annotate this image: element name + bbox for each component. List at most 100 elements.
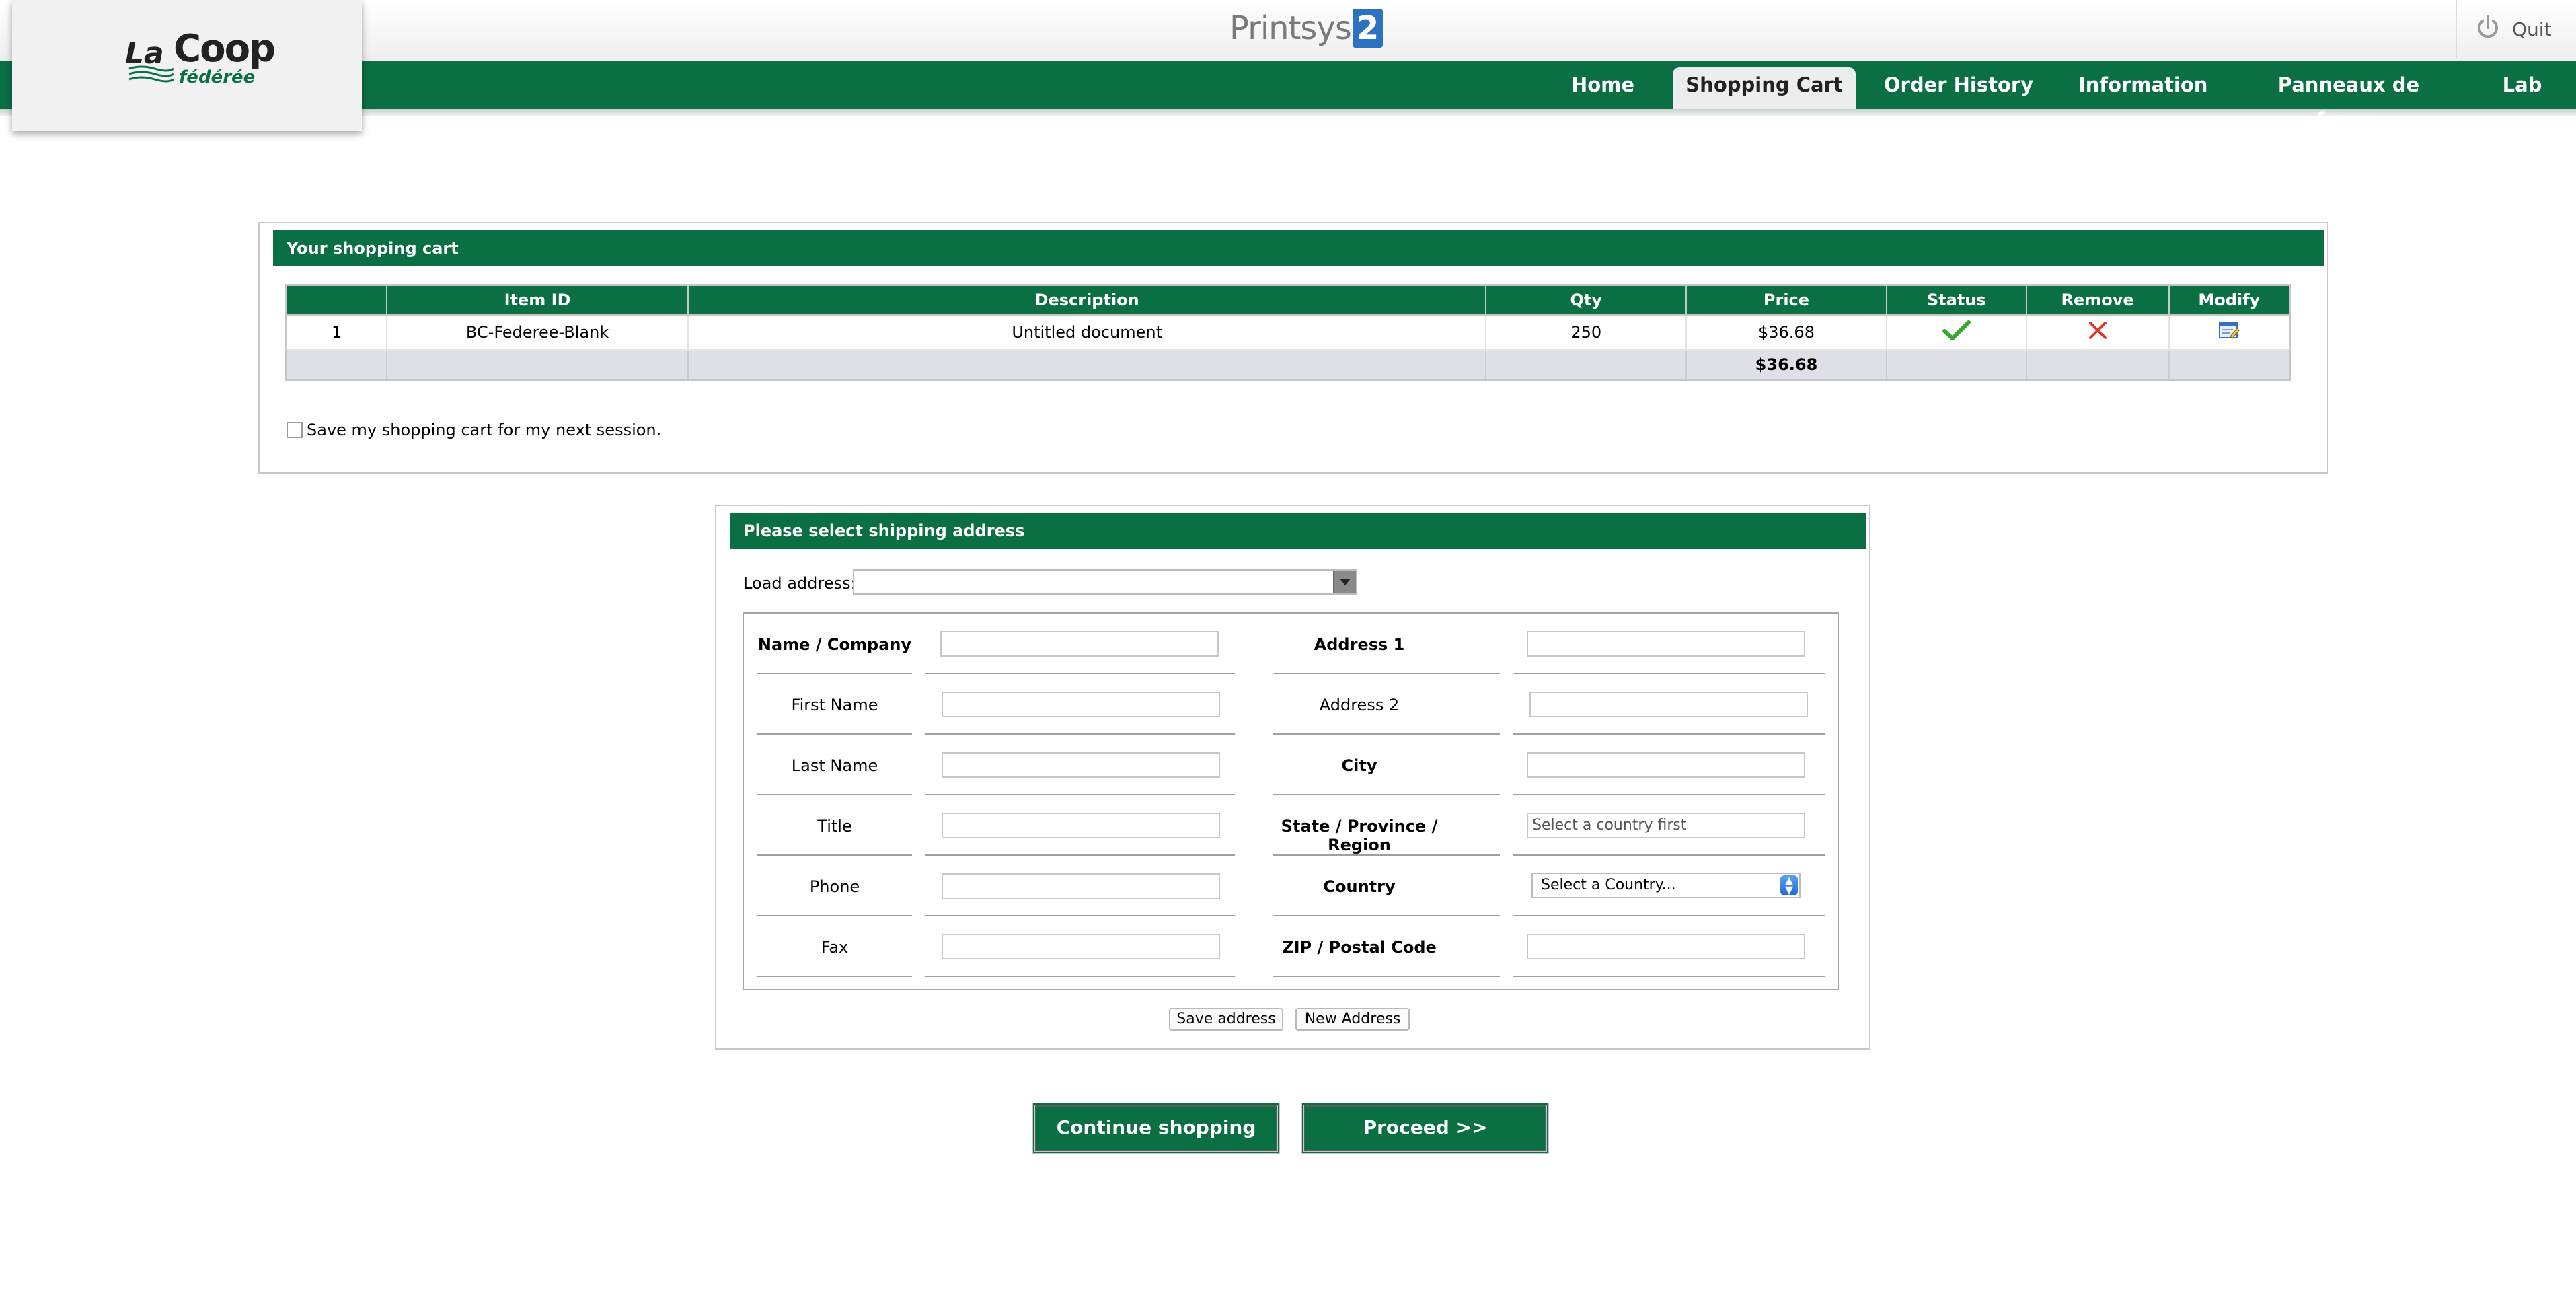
brand-version: 2: [1352, 9, 1384, 48]
edit-icon[interactable]: [2218, 322, 2240, 344]
brand-logo: Printsys 2: [1229, 8, 1384, 48]
form-row-divider: [1273, 854, 1500, 856]
first-name-label: First Name: [791, 696, 878, 715]
title-label: Title: [817, 817, 852, 836]
zip-label: ZIP / Postal Code: [1282, 938, 1437, 957]
continue-shopping-button[interactable]: Continue shopping: [1032, 1103, 1280, 1154]
chevron-down-icon: [1333, 571, 1356, 593]
address1-label: Address 1: [1314, 635, 1405, 654]
fax-input[interactable]: [942, 934, 1220, 959]
form-row-divider: [1513, 915, 1825, 916]
form-row-divider: [757, 854, 912, 856]
name-company-label: Name / Company: [757, 635, 912, 654]
form-row-divider: [757, 794, 912, 795]
fax-label: Fax: [821, 938, 849, 957]
zip-input[interactable]: [1527, 934, 1805, 959]
col-index: [285, 284, 388, 316]
phone-label: Phone: [809, 877, 860, 896]
table-row: 1 BC-Federee-Blank Untitled document 250…: [285, 314, 2291, 351]
shipping-title: Please select shipping address: [730, 513, 1866, 549]
city-label: City: [1341, 756, 1377, 775]
form-row-divider: [925, 673, 1235, 674]
row-remove: [2025, 314, 2170, 351]
first-name-input[interactable]: [942, 692, 1220, 717]
row-index: 1: [285, 314, 388, 351]
la-coop-logo[interactable]: La Coop fédérée: [12, 0, 362, 131]
form-row-divider: [925, 794, 1235, 795]
logo-sub: fédérée: [179, 67, 256, 87]
col-qty: Qty: [1485, 284, 1688, 316]
form-row-divider: [757, 915, 912, 916]
cart-header-row: Item ID Description Qty Price Status Rem…: [285, 284, 2291, 316]
col-item-id: Item ID: [386, 284, 689, 316]
load-address-label: Load address:: [743, 574, 856, 593]
cart-title: Your shopping cart: [273, 230, 2324, 266]
nav-panneaux-de-ferme[interactable]: Panneaux de ferme: [2246, 67, 2451, 131]
power-icon: [2474, 14, 2501, 44]
row-item-id: BC-Federee-Blank: [386, 314, 689, 351]
col-price: Price: [1685, 284, 1887, 316]
row-qty: 250: [1485, 314, 1688, 351]
cart-total-row: $36.68: [285, 349, 2291, 381]
phone-input[interactable]: [942, 873, 1220, 899]
form-row-divider: [1513, 673, 1825, 674]
form-row-divider: [925, 733, 1235, 735]
save-cart-label: Save my shopping cart for my next sessio…: [307, 421, 662, 439]
address1-input[interactable]: [1527, 631, 1805, 657]
col-status: Status: [1885, 284, 2027, 316]
state-input[interactable]: Select a country first: [1527, 813, 1805, 838]
address2-label: Address 2: [1319, 696, 1400, 715]
nav-order-history[interactable]: Order History: [1883, 67, 2034, 105]
form-row-divider: [1273, 733, 1500, 735]
proceed-button[interactable]: Proceed >>: [1301, 1103, 1549, 1154]
col-modify: Modify: [2168, 284, 2291, 316]
country-select[interactable]: Select a Country... ▲ ▼: [1531, 873, 1801, 898]
quit-button[interactable]: Quit: [2456, 0, 2552, 58]
city-input[interactable]: [1527, 752, 1805, 778]
form-row-divider: [757, 733, 912, 735]
form-row-divider: [1273, 673, 1500, 674]
nav-lab[interactable]: Lab: [2493, 67, 2552, 105]
updown-chevron-icon: ▲ ▼: [1780, 875, 1798, 895]
nav-shopping-cart[interactable]: Shopping Cart: [1673, 67, 1856, 109]
title-input[interactable]: [942, 813, 1220, 838]
name-company-input[interactable]: [940, 631, 1219, 657]
remove-x-icon[interactable]: [2088, 322, 2108, 344]
cart-total: $36.68: [1685, 349, 1887, 381]
last-name-input[interactable]: [942, 752, 1220, 778]
form-row-divider: [1513, 794, 1825, 795]
col-description: Description: [687, 284, 1487, 316]
form-row-divider: [1273, 976, 1500, 977]
save-cart-checkbox[interactable]: [287, 422, 303, 438]
form-row-divider: [1513, 976, 1825, 977]
row-modify: [2168, 314, 2291, 351]
new-address-button[interactable]: New Address: [1295, 1008, 1410, 1031]
logo-waves-icon: [128, 65, 175, 87]
form-row-divider: [1273, 915, 1500, 916]
row-status: [1885, 314, 2027, 351]
row-price: $36.68: [1685, 314, 1887, 351]
state-label: State / Province / Region: [1281, 817, 1438, 854]
form-row-divider: [757, 673, 912, 674]
form-row-divider: [1513, 733, 1825, 735]
form-row-divider: [1513, 854, 1825, 856]
nav-home[interactable]: Home: [1559, 67, 1646, 105]
save-cart-option: Save my shopping cart for my next sessio…: [287, 421, 661, 439]
form-row-divider: [757, 976, 912, 977]
quit-label: Quit: [2512, 17, 2552, 40]
check-icon: [1942, 320, 1971, 345]
col-remove: Remove: [2025, 284, 2170, 316]
form-row-divider: [925, 976, 1235, 977]
save-address-button[interactable]: Save address: [1169, 1008, 1283, 1031]
nav-information[interactable]: Information: [2078, 67, 2207, 105]
last-name-label: Last Name: [791, 756, 878, 775]
form-row-divider: [1273, 794, 1500, 795]
form-row-divider: [925, 915, 1235, 916]
form-row-divider: [925, 854, 1235, 856]
brand-name: Printsys: [1229, 9, 1352, 47]
country-select-value: Select a Country...: [1541, 877, 1676, 893]
address2-input[interactable]: [1529, 692, 1808, 717]
logo-primary: Coop: [174, 27, 276, 71]
row-description: Untitled document: [687, 314, 1487, 351]
load-address-select[interactable]: [853, 569, 1357, 595]
